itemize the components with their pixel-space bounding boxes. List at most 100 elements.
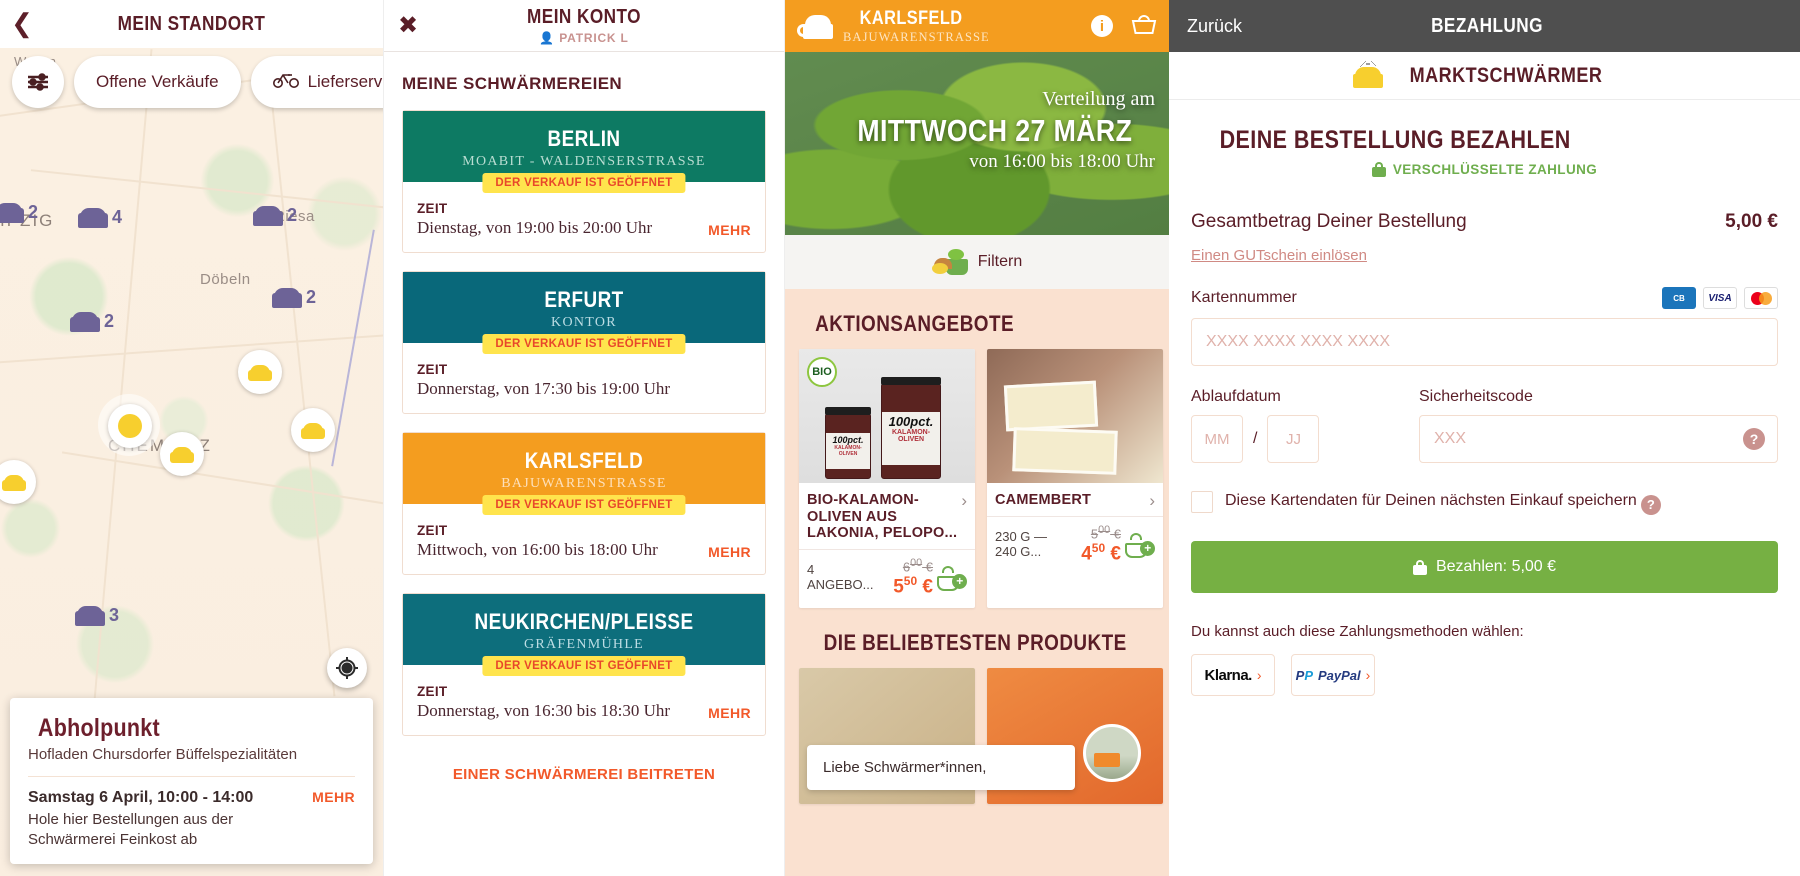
product-row: BIO 100pct. KALAMON-OLIVEN 100pct. KALAMON… <box>785 349 1169 608</box>
klarna-button[interactable]: Klarna. › <box>1191 654 1275 697</box>
more-button[interactable]: MEHR <box>312 789 355 805</box>
alt-methods-label: Du kannst auch diese Zahlungsmethoden wä… <box>1191 623 1524 641</box>
selected-dot-icon <box>118 414 142 438</box>
chevron-right-icon: › <box>1256 667 1262 684</box>
map-marker[interactable] <box>0 460 36 504</box>
shop-content: AKTIONSANGEBOTE BIO 100pct. KALAMON-OLIVE… <box>785 289 1169 876</box>
product-card[interactable]: BIO 100pct. KALAMON-OLIVEN 100pct. KALAMON… <box>799 349 975 608</box>
hut-icon <box>272 286 302 308</box>
bio-badge-icon: BIO <box>807 357 837 387</box>
map-cluster-pin[interactable]: 4 <box>78 206 122 228</box>
divider <box>28 775 355 777</box>
map-marker-selected[interactable] <box>108 404 152 448</box>
card-address: KONTOR <box>551 315 617 330</box>
account-body: MEINE SCHWÄRMEREIEN BERLIN MOABIT - WALD… <box>384 52 784 803</box>
shop-identity: KARLSFELD BAJUWARENSTRASSE <box>843 8 1081 45</box>
hut-icon <box>75 604 105 626</box>
bicycle-icon <box>272 71 299 93</box>
cvc-placeholder: XXX <box>1434 430 1467 447</box>
sliders-icon[interactable] <box>12 56 64 108</box>
schwaermerei-card[interactable]: NEUKIRCHEN/PLEISSE GRÄFENMÜHLE DER VERKA… <box>402 593 766 736</box>
locate-me-button[interactable] <box>327 648 367 688</box>
map-cluster-pin[interactable]: 2 <box>70 310 114 332</box>
save-card-label: Diese Kartendaten für Deinen nächsten Ei… <box>1225 492 1637 509</box>
more-button[interactable]: MEHR <box>708 222 751 238</box>
expiry-month-input[interactable]: MM <box>1191 415 1243 463</box>
product-title-row: BIO-KALAMON-OLIVEN AUS LAKONIA, PELOPO..… <box>799 483 975 549</box>
product-title-row: CAMEMBERT › <box>987 483 1163 516</box>
mastercard-icon <box>1744 287 1778 309</box>
map-cluster-pin[interactable]: 2 <box>0 201 38 223</box>
lock-icon <box>1412 559 1427 575</box>
account-title-block: MEIN KONTO 👤 PATRICK L <box>398 6 770 45</box>
chevron-right-icon[interactable]: › <box>1149 492 1155 509</box>
pin-count: 2 <box>104 310 115 331</box>
product-image <box>987 349 1163 483</box>
map-cluster-pin[interactable]: 2 <box>272 286 316 308</box>
map-marker[interactable] <box>291 408 335 452</box>
schwaermerei-card[interactable]: BERLIN MOABIT - WALDENSERSTRASSE DER VER… <box>402 110 766 253</box>
voucher-link[interactable]: Einen GUTschein einlösen <box>1191 247 1367 264</box>
payment-panel: Zurück BEZAHLUNG MARKTSCHWÄRMER DEINE BE… <box>1169 0 1800 876</box>
produce-basket-icon <box>931 249 968 275</box>
chip-offene-verkaeufe[interactable]: Offene Verkäufe <box>74 56 241 108</box>
avatar <box>1083 723 1141 782</box>
basket-icon[interactable] <box>1131 12 1157 41</box>
more-button[interactable]: MEHR <box>708 705 751 721</box>
status-badge: DER VERKAUF IST GEÖFFNET <box>482 173 686 193</box>
expiry-separator: / <box>1253 430 1258 447</box>
cvc-input[interactable]: XXX ? <box>1419 415 1778 463</box>
schwaermerei-card[interactable]: ERFURT KONTOR DER VERKAUF IST GEÖFFNET Z… <box>402 271 766 414</box>
question-mark-icon[interactable]: ? <box>1743 428 1765 450</box>
map-cluster-pin[interactable]: 2 <box>253 204 297 226</box>
popular-row: Liebe Schwärmer*innen, <box>785 667 1169 804</box>
paypal-button[interactable]: PP PayPal › <box>1291 654 1375 697</box>
schwaermerei-card[interactable]: KARLSFELD BAJUWARENSTRASSE DER VERKAUF I… <box>402 432 766 575</box>
filter-bar[interactable]: Filtern <box>785 235 1169 289</box>
card-header: BERLIN MOABIT - WALDENSERSTRASSE DER VER… <box>403 111 765 193</box>
payment-body: DEINE BESTELLUNG BEZAHLEN VERSCHLÜSSELTE… <box>1169 100 1800 697</box>
page-title: BEZAHLUNG <box>1431 14 1543 37</box>
product-card[interactable]: CAMEMBERT › 230 G — 240 G... 500 € 450 €… <box>987 349 1163 608</box>
filter-label: Filtern <box>977 253 1023 270</box>
card-address: BAJUWARENSTRASSE <box>501 476 667 491</box>
join-schwaermerei-button[interactable]: EINER SCHWÄRMEREI BEITRETEN <box>402 754 766 803</box>
brand-bar: MARKTSCHWÄRMER <box>1169 52 1800 100</box>
chip-label: Lieferservice <box>307 72 383 91</box>
card-time: Mittwoch, von 16:00 bis 18:00 Uhr <box>417 540 658 559</box>
card-number-label: Kartennummer <box>1191 289 1297 306</box>
more-button[interactable]: MEHR <box>708 544 751 560</box>
pin-count: 2 <box>287 204 298 225</box>
yellow-hut-icon <box>170 446 194 463</box>
secure-note: VERSCHLÜSSELTE ZAHLUNG <box>1191 162 1778 177</box>
card-name: ERFURT <box>544 287 624 312</box>
sheet-when: Samstag 6 April, 10:00 - 14:00 <box>28 788 254 806</box>
pay-button[interactable]: Bezahlen: 5,00 € <box>1191 541 1778 594</box>
info-icon[interactable]: i <box>1091 15 1113 37</box>
card-number-input[interactable]: XXXX XXXX XXXX XXXX <box>1191 318 1778 366</box>
save-card-checkbox[interactable] <box>1191 491 1213 513</box>
pickup-point-sheet[interactable]: Abholpunkt Hofladen Chursdorfer Büffelsp… <box>10 697 373 864</box>
hut-icon <box>0 201 24 223</box>
chevron-right-icon[interactable]: › <box>961 492 967 509</box>
add-to-basket-button[interactable]: + <box>1125 532 1155 558</box>
map-cluster-pin[interactable]: 3 <box>75 604 119 626</box>
sheet-subtitle: Hofladen Chursdorfer Büffelspezialitäten <box>28 745 298 763</box>
save-card-row[interactable]: Diese Kartendaten für Deinen nächsten Ei… <box>1191 489 1778 516</box>
card-header: KARLSFELD BAJUWARENSTRASSE DER VERKAUF I… <box>403 433 765 515</box>
account-header: ✖ MEIN KONTO 👤 PATRICK L <box>384 0 784 52</box>
chip-lieferservice[interactable]: Lieferservice <box>250 56 383 108</box>
product-name: BIO-KALAMON-OLIVEN AUS LAKONIA, PELOPO..… <box>807 492 958 542</box>
total-value: 5,00 € <box>1725 211 1778 232</box>
back-button[interactable]: Zurück <box>1187 16 1242 37</box>
map-marker[interactable] <box>160 432 204 476</box>
hero-line1: Verteilung am <box>1042 88 1155 110</box>
question-mark-icon[interactable]: ? <box>1640 495 1661 516</box>
map-marker[interactable] <box>238 350 282 394</box>
add-to-basket-button[interactable]: + <box>937 565 967 591</box>
total-label: Gesamtbetrag Deiner Bestellung <box>1191 211 1467 232</box>
section-title-offers: AKTIONSANGEBOTE <box>815 311 1015 336</box>
expiry-year-input[interactable]: JJ <box>1267 415 1320 463</box>
pay-button-label: Bezahlen: 5,00 € <box>1435 558 1557 576</box>
card-time: Donnerstag, von 17:30 bis 19:00 Uhr <box>417 379 671 398</box>
